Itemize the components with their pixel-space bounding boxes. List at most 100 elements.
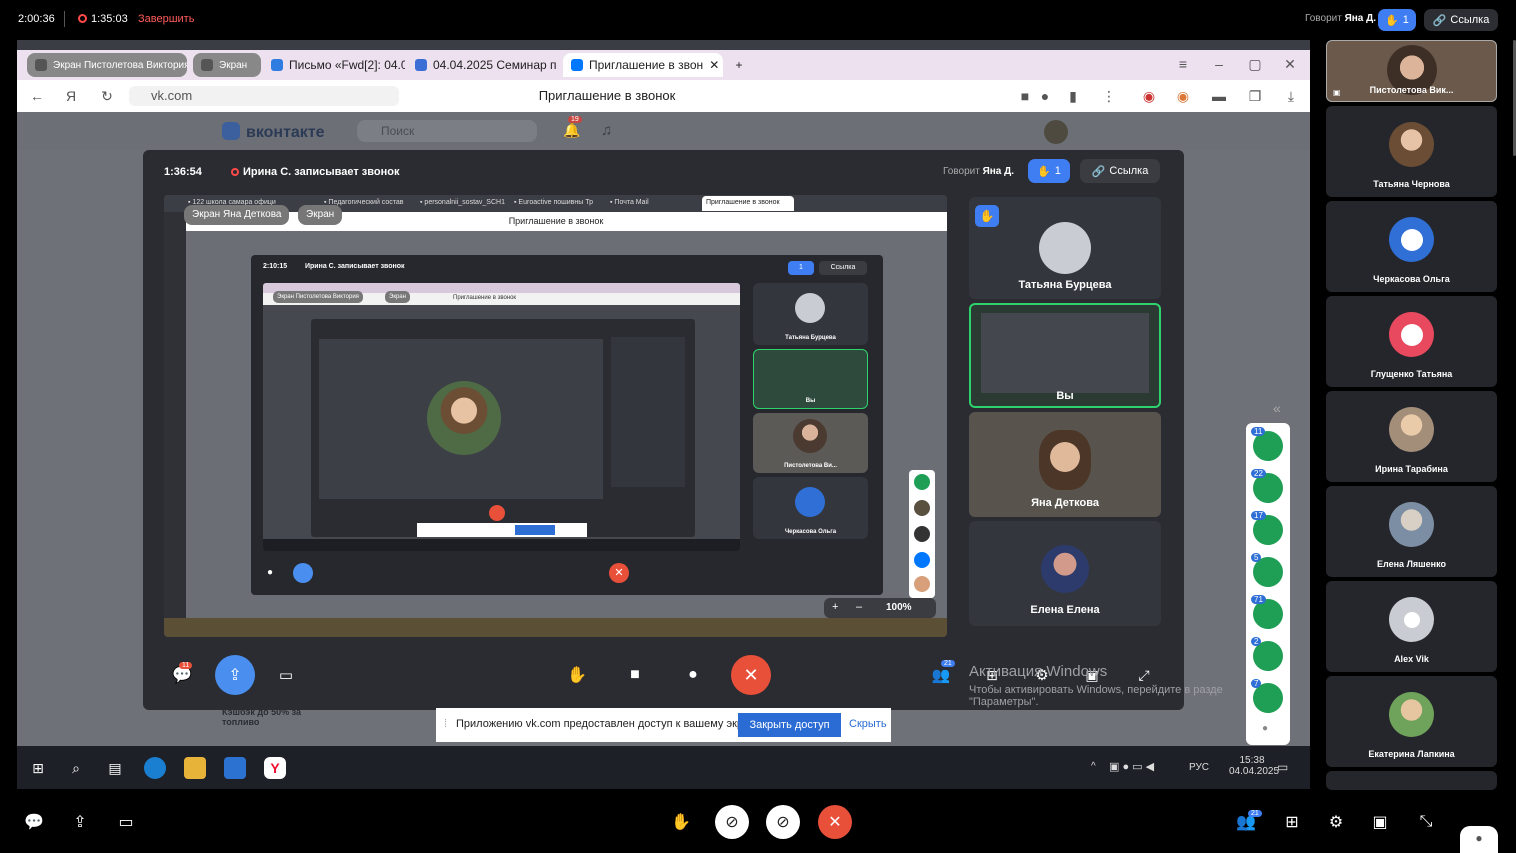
edge-icon[interactable] bbox=[144, 757, 166, 779]
pin-icon bbox=[35, 59, 47, 71]
search-icon[interactable]: ⌕ bbox=[65, 757, 87, 779]
extension-icon[interactable]: ◉ bbox=[1175, 88, 1191, 104]
participant-name-text: Глущенко Татьяна bbox=[1370, 369, 1453, 379]
mic-off-button[interactable]: ⊘ bbox=[766, 805, 800, 839]
nested3-speaker-avatar bbox=[427, 381, 501, 455]
tray-clock[interactable]: 15:38 04.04.2025 bbox=[1229, 755, 1279, 777]
rail-chat-icon[interactable]: 17 bbox=[1251, 511, 1283, 545]
browser-tab[interactable]: Экран bbox=[193, 53, 261, 77]
chat-button[interactable]: 💬 bbox=[18, 806, 50, 838]
inner2-controls: ● ✕ bbox=[267, 563, 867, 583]
speaking-name: Яна Д. bbox=[1344, 13, 1377, 24]
participant-tile[interactable]: ▣ Пистолетова Вик... bbox=[1326, 40, 1497, 102]
inner2-link[interactable]: Ссылка bbox=[819, 261, 867, 275]
screens-button[interactable]: ▭ bbox=[110, 806, 142, 838]
download-icon[interactable]: ⤓ bbox=[1283, 88, 1299, 104]
maximize-icon[interactable]: ▢ bbox=[1247, 56, 1263, 72]
menu-icon[interactable]: ≡ bbox=[1175, 56, 1191, 72]
raise-hand-button[interactable]: ✋ bbox=[665, 806, 697, 838]
inner-tile: ✋ Татьяна Бурцева bbox=[969, 197, 1161, 299]
speaking-prefix: Говорит bbox=[1305, 13, 1342, 24]
shared-screen: Экран Пистолетова Виктория Экран Письмо … bbox=[17, 40, 1310, 789]
inner-elapsed: 1:36:54 bbox=[164, 166, 202, 178]
vk-promo: Кэшбэк до 50% за топливо bbox=[222, 707, 301, 727]
inner-link-button[interactable]: 🔗 Ссылка bbox=[1080, 159, 1160, 183]
nested-call-panel-3 bbox=[311, 319, 695, 537]
rail-badge: 2 bbox=[1251, 637, 1262, 646]
nested2-page-title: Приглашение в звонок bbox=[453, 295, 517, 301]
new-tab-button[interactable]: + bbox=[729, 53, 749, 77]
drag-handle-icon[interactable]: ⁞ bbox=[444, 718, 447, 730]
tile-name: Черкасова Ольга bbox=[784, 529, 837, 535]
participant-tile[interactable]: Alex Vik bbox=[1326, 581, 1497, 672]
minimize-icon[interactable]: – bbox=[1211, 56, 1227, 72]
rail-message-icon[interactable]: ● bbox=[1262, 723, 1268, 734]
participant-tile[interactable]: Екатерина Лапкина bbox=[1326, 676, 1497, 767]
tab-label: 04.04.2025 Семинар по М bbox=[433, 58, 557, 72]
participant-photo bbox=[1041, 545, 1089, 593]
participant-tile[interactable]: Елена Ляшенко bbox=[1326, 486, 1497, 577]
tray-language[interactable]: РУС bbox=[1189, 762, 1209, 773]
extension-icon[interactable]: ◉ bbox=[1141, 88, 1157, 104]
collapse-rail-icon[interactable]: « bbox=[1273, 400, 1281, 416]
share-screen-button[interactable]: ⇪ bbox=[64, 806, 96, 838]
browser-tab-active[interactable]: Приглашение в звон ✕ bbox=[563, 53, 723, 77]
music-icon[interactable]: ♫ bbox=[601, 122, 612, 139]
rail-chat-icon[interactable]: 11 bbox=[1251, 427, 1283, 461]
rail-chat-icon[interactable]: 5 bbox=[1251, 553, 1283, 587]
camera-off-button[interactable]: ⊘ bbox=[715, 805, 749, 839]
close-tab-icon[interactable]: ✕ bbox=[709, 58, 719, 72]
tile-name: Вы bbox=[805, 398, 816, 404]
more-icon[interactable]: ⋮ bbox=[1101, 88, 1117, 104]
exit-fullscreen-button[interactable]: ⤡ bbox=[1410, 806, 1442, 838]
participant-tile[interactable]: Глущенко Татьяна bbox=[1326, 296, 1497, 387]
inner-camera-icon: ■ bbox=[630, 666, 640, 683]
mail-icon[interactable] bbox=[224, 757, 246, 779]
rail-badge: 5 bbox=[1251, 553, 1262, 562]
close-window-icon[interactable]: ✕ bbox=[1282, 56, 1298, 72]
browser-tab[interactable]: 04.04.2025 Семинар по М bbox=[407, 53, 557, 77]
yandex-browser-icon[interactable]: Y bbox=[264, 757, 286, 779]
screen-share-icon: ⇪ bbox=[73, 814, 87, 831]
vk-icon bbox=[914, 552, 930, 568]
raised-hands-button[interactable]: ✋ 1 bbox=[1378, 9, 1416, 31]
pip-button[interactable]: ▣ bbox=[1364, 806, 1396, 838]
settings-button[interactable]: ⚙ bbox=[1320, 806, 1352, 838]
participant-tile[interactable]: Черкасова Ольга bbox=[1326, 201, 1497, 292]
rail-chat-icon[interactable]: 71 bbox=[1251, 595, 1283, 629]
file-explorer-icon[interactable] bbox=[184, 757, 206, 779]
bell-icon[interactable]: 🔔 bbox=[563, 122, 580, 139]
tile-name: Вы bbox=[1056, 390, 1074, 402]
grid-button[interactable]: ⊞ bbox=[1276, 806, 1308, 838]
vk-search-input[interactable]: Поиск bbox=[357, 120, 537, 142]
tray-arrow-icon[interactable]: ^ bbox=[1091, 761, 1096, 772]
browser-tab[interactable]: Письмо «Fwd[2]: 04.04.2( bbox=[263, 53, 405, 77]
end-call-button[interactable]: ✕ bbox=[818, 805, 852, 839]
participant-name: Ирина Тарабина bbox=[1326, 464, 1497, 474]
vk-avatar[interactable] bbox=[1044, 120, 1068, 144]
participant-tile-partial[interactable] bbox=[1326, 771, 1497, 790]
hand-icon: ✋ bbox=[1037, 165, 1051, 178]
copy-link-button[interactable]: 🔗 Ссылка bbox=[1424, 9, 1498, 31]
notification-icon[interactable]: ▭ bbox=[1277, 760, 1288, 774]
participant-tile[interactable]: Татьяна Чернова bbox=[1326, 106, 1497, 197]
browser-tab[interactable]: Экран Пистолетова Виктория bbox=[27, 53, 187, 77]
bookmark-icon[interactable]: ▮ bbox=[1065, 88, 1081, 104]
gear-icon: ⚙ bbox=[1328, 814, 1344, 831]
task-view-icon[interactable]: ▤ bbox=[104, 757, 126, 779]
grid-icon: ⊞ bbox=[1285, 814, 1299, 831]
end-recording-button[interactable]: Завершить bbox=[138, 13, 194, 25]
collections-icon[interactable]: ❐ bbox=[1247, 88, 1263, 104]
collapse-icon: ⤡ bbox=[1419, 813, 1433, 830]
zoom-in-icon: + bbox=[832, 601, 839, 613]
inner-hands-button[interactable]: ✋ 1 bbox=[1028, 159, 1070, 183]
close-share-button[interactable]: Закрыть доступ bbox=[738, 713, 841, 737]
windows-start-icon[interactable]: ⊞ bbox=[27, 757, 49, 779]
participant-tile[interactable]: Ирина Тарабина bbox=[1326, 391, 1497, 482]
messenger-button[interactable]: ● bbox=[1460, 826, 1498, 853]
rail-chat-icon[interactable]: 22 bbox=[1251, 469, 1283, 503]
inner-recording-text: Ирина С. записывает звонок bbox=[243, 166, 400, 178]
inner2-hands[interactable]: 1 bbox=[788, 261, 814, 275]
hide-notice-button[interactable]: Скрыть bbox=[849, 718, 887, 730]
extension-icon[interactable]: ▬ bbox=[1211, 88, 1227, 104]
